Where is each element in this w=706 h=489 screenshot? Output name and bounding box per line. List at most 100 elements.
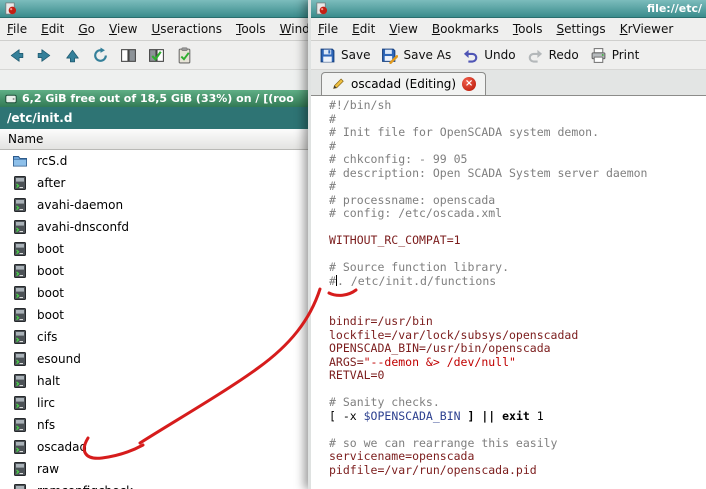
panel-spacer (0, 70, 320, 90)
code-line: # processname: openscada (329, 194, 706, 208)
file-row-lirc[interactable]: lirc (0, 392, 320, 414)
file-row-esound[interactable]: esound (0, 348, 320, 370)
code-line (329, 423, 706, 437)
code-line: # description: Open SCADA System server … (329, 167, 706, 181)
arrow-right-button[interactable] (32, 44, 57, 67)
file-row-avahi-dnsconfd[interactable]: avahi-dnsconfd (0, 216, 320, 238)
save-as-icon (381, 47, 398, 64)
arrow-up-icon (64, 47, 81, 64)
panels-button[interactable] (116, 44, 141, 67)
undo-icon (462, 47, 479, 64)
menu-item-view[interactable]: View (382, 19, 424, 39)
current-path-header[interactable]: /etc/init.d (0, 107, 320, 129)
script-icon (12, 417, 28, 433)
clipboard-button[interactable] (172, 44, 197, 67)
code-line (329, 288, 706, 302)
file-name: oscadad (37, 440, 87, 454)
file-name: boot (37, 286, 64, 300)
file-row-rcS.d[interactable]: rcS.d (0, 150, 320, 172)
code-line (329, 248, 706, 262)
code-line: servicename=openscada (329, 450, 706, 464)
file-name: avahi-daemon (37, 198, 123, 212)
arrow-left-button[interactable] (4, 44, 29, 67)
toolbar-button-label: Print (612, 48, 640, 62)
file-row-nfs[interactable]: nfs (0, 414, 320, 436)
file-row-boot[interactable]: boot (0, 260, 320, 282)
file-row-boot[interactable]: boot (0, 304, 320, 326)
code-line: # Source function library. (329, 261, 706, 275)
panels-check-button[interactable] (144, 44, 169, 67)
redo-icon (527, 47, 544, 64)
script-icon (12, 219, 28, 235)
code-line: #!/bin/sh (329, 99, 706, 113)
current-path: /etc/init.d (7, 111, 72, 125)
code-line (329, 302, 706, 316)
menu-item-file[interactable]: File (0, 19, 34, 39)
tab-oscadad[interactable]: oscadad (Editing) × (321, 72, 486, 95)
refresh-button[interactable] (88, 44, 113, 67)
file-row-after[interactable]: after (0, 172, 320, 194)
file-name: boot (37, 264, 64, 278)
code-line (329, 383, 706, 397)
menu-item-go[interactable]: Go (71, 19, 102, 39)
script-icon (12, 461, 28, 477)
file-manager-titlebar[interactable] (0, 0, 320, 18)
clipboard-icon (176, 47, 193, 64)
desktop: FileEditGoViewUseractionsToolsWindow 6,2… (0, 0, 706, 489)
script-icon (12, 395, 28, 411)
file-name: halt (37, 374, 60, 388)
save-button[interactable]: Save (315, 44, 374, 67)
menu-item-krviewer[interactable]: KrViewer (613, 19, 681, 39)
menu-item-tools[interactable]: Tools (229, 19, 273, 39)
editor-titlebar[interactable]: file://etc/ (311, 0, 706, 18)
file-name: lirc (37, 396, 55, 410)
tab-close-button[interactable]: × (462, 77, 476, 91)
arrow-up-button[interactable] (60, 44, 85, 67)
menu-item-settings[interactable]: Settings (549, 19, 612, 39)
tab-label: oscadad (Editing) (351, 77, 456, 91)
file-row-halt[interactable]: halt (0, 370, 320, 392)
file-row-boot[interactable]: boot (0, 282, 320, 304)
menu-item-file[interactable]: File (311, 19, 345, 39)
script-icon (12, 285, 28, 301)
menu-item-edit[interactable]: Edit (34, 19, 71, 39)
disk-usage-bar: 6,2 GiB free out of 18,5 GiB (33%) on / … (0, 90, 320, 107)
close-icon: × (465, 78, 473, 89)
script-icon (12, 351, 28, 367)
toolbar-button-label: Save (341, 48, 370, 62)
code-editor[interactable]: #!/bin/sh## Init file for OpenSCADA syst… (311, 96, 706, 489)
redo-button[interactable]: Redo (523, 44, 583, 67)
menu-item-tools[interactable]: Tools (506, 19, 550, 39)
file-name: after (37, 176, 65, 190)
script-icon (12, 263, 28, 279)
file-row-boot[interactable]: boot (0, 238, 320, 260)
menu-item-bookmarks[interactable]: Bookmarks (425, 19, 506, 39)
menu-item-edit[interactable]: Edit (345, 19, 382, 39)
code-line: # (329, 113, 706, 127)
file-name: esound (37, 352, 81, 366)
file-row-raw[interactable]: raw (0, 458, 320, 480)
code-line: [ -x $OPENSCADA_BIN ] || exit 1 (329, 410, 706, 424)
file-row-avahi-daemon[interactable]: avahi-daemon (0, 194, 320, 216)
file-row-cifs[interactable]: cifs (0, 326, 320, 348)
code-line: # Sanity checks. (329, 396, 706, 410)
code-line (329, 221, 706, 235)
file-row-rpmconfigcheck[interactable]: rpmconfigcheck (0, 480, 320, 489)
code-line: # Init file for OpenSCADA system demon. (329, 126, 706, 140)
script-icon (12, 329, 28, 345)
menu-item-useractions[interactable]: Useractions (144, 19, 229, 39)
file-name: raw (37, 462, 59, 476)
undo-button[interactable]: Undo (458, 44, 519, 67)
menu-item-view[interactable]: View (102, 19, 144, 39)
code-line: RETVAL=0 (329, 369, 706, 383)
print-button[interactable]: Print (586, 44, 644, 67)
editor-menubar: FileEditViewBookmarksToolsSettingsKrView… (311, 18, 706, 41)
window-icon (4, 2, 17, 15)
toolbar-button-label: Redo (549, 48, 579, 62)
file-row-oscadad[interactable]: oscadad (0, 436, 320, 458)
text-editor-window: file://etc/ FileEditViewBookmarksToolsSe… (308, 0, 706, 489)
file-manager-menubar: FileEditGoViewUseractionsToolsWindow (0, 18, 320, 41)
save-as-button[interactable]: Save As (377, 44, 455, 67)
column-header-name[interactable]: Name (0, 129, 320, 150)
code-line: # (329, 180, 706, 194)
